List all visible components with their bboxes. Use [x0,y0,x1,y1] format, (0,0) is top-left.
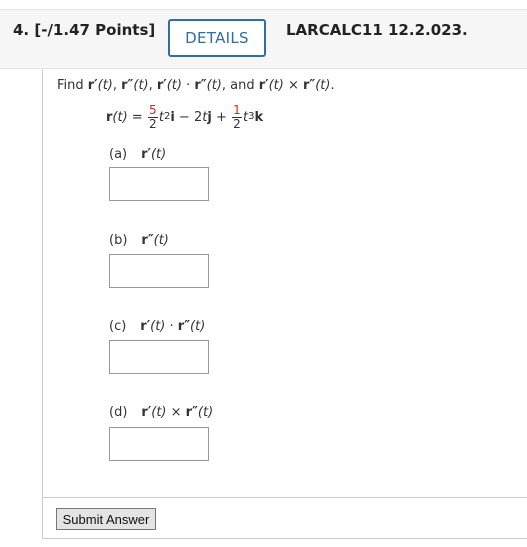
problem-statement: Find r′(t), r″(t), r′(t) · r″(t), and r′… [57,78,335,93]
question-panel [42,69,527,539]
answer-input-b[interactable] [109,254,209,288]
question-number: 4. [13,21,30,39]
vector-function-formula: r (t) = 5 2 t2i − 2tj + 1 2 t3k [106,102,264,131]
fraction-one-half: 1 2 [231,102,242,131]
assignment-id: LARCALC11 12.2.023. [286,21,468,39]
fraction-five-halves: 5 2 [147,102,158,131]
answer-input-c[interactable] [109,340,209,374]
part-a-label: (a) r′(t) [109,147,167,162]
submit-answer-button[interactable]: Submit Answer [56,508,156,530]
points-label: [-/1.47 Points] [34,21,156,39]
part-c-label: (c) r′(t) · r″(t) [109,319,206,334]
answer-input-a[interactable] [109,167,209,201]
panel-divider [42,497,527,498]
part-d-label: (d) r′(t) × r″(t) [109,405,214,420]
part-b-label: (b) r″(t) [109,233,169,248]
question-points: 4. [-/1.47 Points] [13,21,155,39]
details-button[interactable]: DETAILS [168,19,266,57]
answer-input-d[interactable] [109,427,209,461]
